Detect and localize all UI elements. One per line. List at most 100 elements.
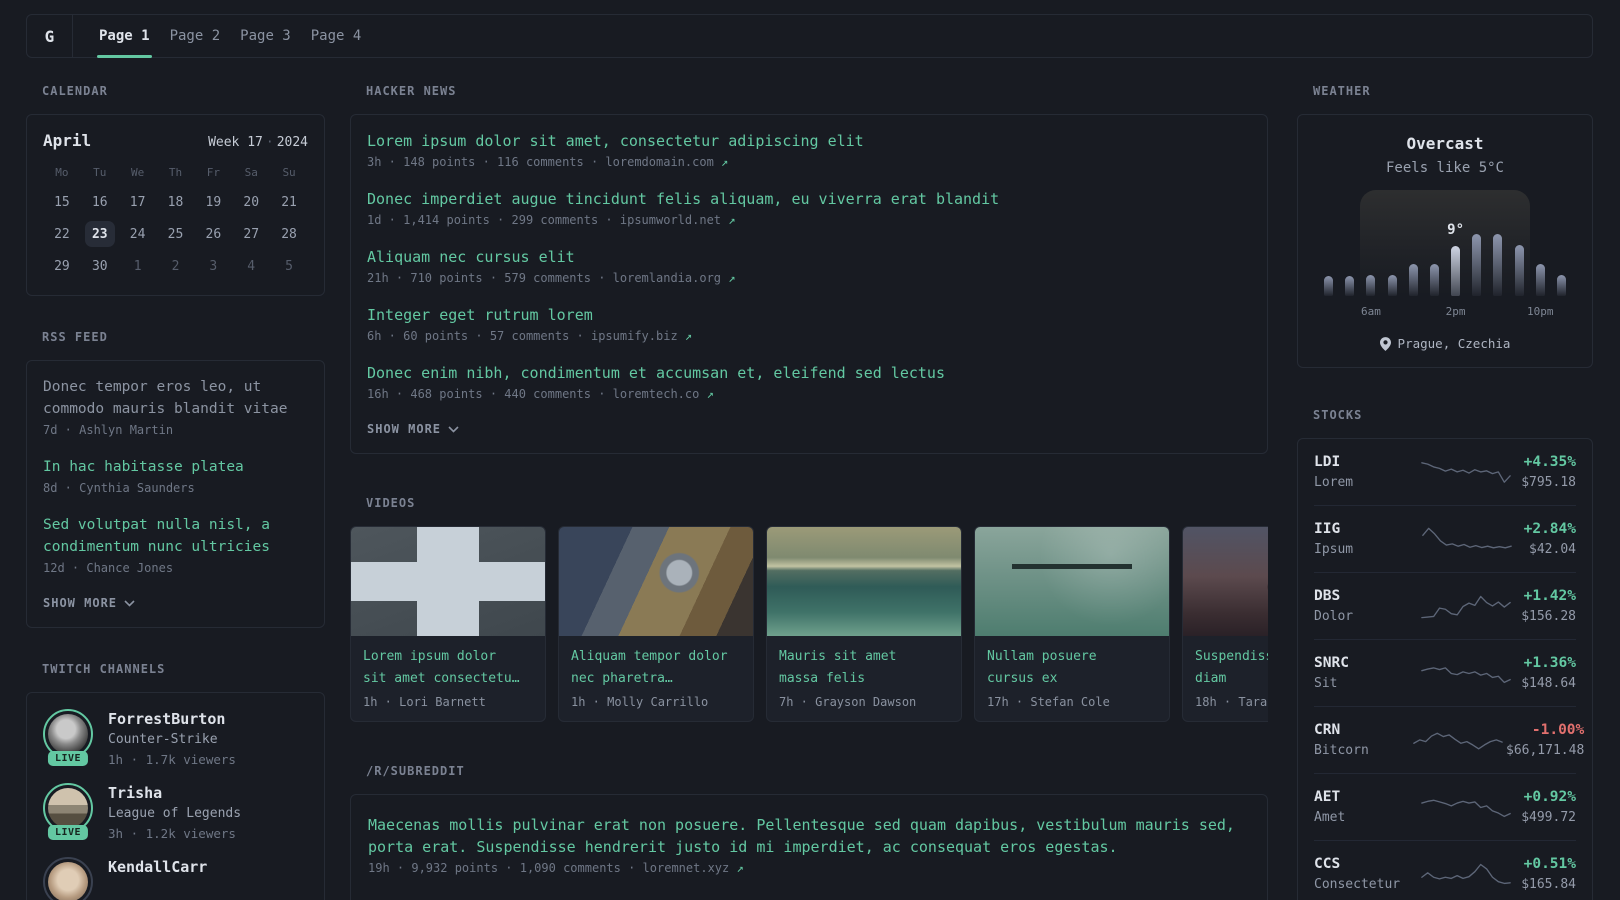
hackernews-item-stats: 6h · 60 points · 57 comments ·: [367, 329, 584, 343]
stock-sparkline: [1410, 521, 1524, 557]
right-column: WEATHER Overcast Feels like 5°C 6am 9° 2…: [1297, 84, 1593, 900]
twitch-channel[interactable]: LIVE ForrestBurton Counter-Strike 1h · 1…: [43, 709, 308, 769]
rss-widget-label: RSS FEED: [42, 330, 108, 344]
rss-item-title[interactable]: Sed volutpat nulla nisl, a condimentum n…: [43, 514, 308, 558]
sparkline-chart: [1420, 863, 1511, 885]
stock-change: -1.00%: [1531, 722, 1585, 738]
hackernews-item-domain[interactable]: ipsumworld.net: [620, 213, 721, 227]
stock-row[interactable]: LDI Lorem +4.35% $795.18: [1314, 439, 1576, 505]
stock-values: +4.35% $795.18: [1521, 451, 1576, 493]
rss-show-more-button[interactable]: SHOW MORE: [43, 596, 135, 610]
external-link-icon[interactable]: ↗: [728, 213, 735, 227]
stock-row[interactable]: SNRC Sit +1.36% $148.64: [1314, 639, 1576, 706]
rss-item-meta: 8d · Cynthia Saunders: [43, 481, 195, 495]
video-card[interactable]: Lorem ipsum dolor sit amet consectetu… 1…: [350, 526, 546, 722]
external-link-icon[interactable]: ↗: [707, 387, 714, 401]
hackernews-item: Donec imperdiet augue tincidunt felis al…: [367, 188, 1251, 228]
twitch-channel-name: Trisha: [108, 784, 163, 802]
external-link-icon[interactable]: ↗: [721, 155, 728, 169]
video-card[interactable]: Mauris sit amet massa felis 7h · Grayson…: [766, 526, 962, 722]
weather-widget-label: WEATHER: [1313, 84, 1371, 98]
stock-values: +0.92% $499.72: [1521, 786, 1576, 828]
video-body: Mauris sit amet massa felis 7h · Grayson…: [767, 636, 961, 721]
stocks-widget-label: STOCKS: [1313, 408, 1363, 422]
twitch-card: LIVE ForrestBurton Counter-Strike 1h · 1…: [26, 692, 325, 900]
hackernews-item-title[interactable]: Integer eget rutrum lorem: [367, 304, 1251, 326]
stock-id: DBS Dolor: [1314, 585, 1410, 627]
weather-card: Overcast Feels like 5°C 6am 9° 2pm 10pm …: [1297, 114, 1593, 368]
weather-temp-bar: [1408, 264, 1418, 296]
nav-tab[interactable]: Page 4: [301, 15, 372, 57]
stock-price: $148.64: [1521, 676, 1576, 691]
stock-symbol: DBS: [1314, 588, 1341, 604]
stock-change: +4.35%: [1523, 454, 1576, 470]
video-meta: 7h · Grayson Dawson: [779, 695, 917, 709]
weather-hour-column: [1487, 204, 1508, 296]
weather-hour-column: 6am: [1360, 204, 1381, 318]
calendar-day-header: Tu: [93, 166, 107, 179]
left-column: CALENDAR April Week 17 · 2024 Mo Tu We T…: [26, 84, 325, 900]
hackernews-item-title[interactable]: Lorem ipsum dolor sit amet, consectetur …: [367, 130, 1251, 152]
weather-temp-bar: [1366, 275, 1376, 296]
external-link-icon[interactable]: ↗: [728, 271, 735, 285]
weather-location-text: Prague, Czechia: [1397, 336, 1511, 351]
hackernews-item-domain[interactable]: ipsumify.biz: [591, 329, 678, 343]
rss-item-title[interactable]: In hac habitasse platea: [43, 456, 308, 478]
videos-widget: VIDEOS Lorem ipsum dolor sit amet consec…: [350, 496, 1268, 722]
hackernews-item-title[interactable]: Donec enim nibh, condimentum et accumsan…: [367, 362, 1251, 384]
subreddit-item-stats: 19h · 9,932 points · 1,090 comments ·: [368, 861, 636, 875]
nav-tab[interactable]: Page 1: [89, 15, 160, 58]
app-logo[interactable]: G: [27, 15, 73, 57]
rss-item: Sed volutpat nulla nisl, a condimentum n…: [43, 514, 308, 576]
nav-tab[interactable]: Page 2: [160, 15, 231, 57]
stock-row[interactable]: IIG Ipsum +2.84% $42.04: [1314, 505, 1576, 572]
nav-tab[interactable]: Page 3: [230, 15, 301, 57]
calendar-day: 21: [281, 194, 297, 210]
hackernews-item-domain[interactable]: loremtech.co: [613, 387, 700, 401]
external-link-icon[interactable]: ↗: [685, 329, 692, 343]
subreddit-item-title[interactable]: Maecenas mollis pulvinar erat non posuer…: [368, 814, 1250, 858]
hackernews-item-stats: 21h · 710 points · 579 comments ·: [367, 271, 606, 285]
calendar-day: 5: [285, 258, 293, 274]
calendar-day: 4: [247, 258, 256, 274]
calendar-day: 17: [129, 194, 146, 210]
stock-row[interactable]: CCS Consectetur +0.51% $165.84: [1314, 840, 1576, 900]
twitch-channel[interactable]: LIVE Trisha League of Legends 3h · 1.2k …: [43, 783, 308, 843]
avatar-ring: [43, 857, 93, 900]
calendar-week: Week 17: [208, 135, 263, 150]
weather-feels-like: Feels like 5°C: [1385, 160, 1504, 176]
calendar-widget-label: CALENDAR: [42, 84, 108, 98]
calendar-day: 19: [205, 194, 222, 210]
stock-change: +2.84%: [1523, 521, 1576, 537]
external-link-icon[interactable]: ↗: [736, 861, 743, 875]
stock-row[interactable]: AET Amet +0.92% $499.72: [1314, 773, 1576, 840]
video-meta: 17h · Stefan Cole: [987, 695, 1110, 709]
calendar-day: 25: [167, 226, 184, 242]
stock-row[interactable]: CRN Bitcorn -1.00% $66,171.48: [1314, 706, 1584, 773]
hackernews-item-title[interactable]: Donec imperdiet augue tincidunt felis al…: [367, 188, 1251, 210]
video-card[interactable]: Nullam posuere cursus ex 17h · Stefan Co…: [974, 526, 1170, 722]
video-card[interactable]: Suspendisse diam 18h · Tara: [1182, 526, 1268, 722]
calendar-day: 1: [133, 258, 142, 274]
hackernews-item-title[interactable]: Aliquam nec cursus elit: [367, 246, 1251, 268]
twitch-avatar-wrap: LIVE: [43, 709, 93, 766]
stocks-card: LDI Lorem +4.35% $795.18 IIG Ipsum +2.84…: [1297, 438, 1593, 900]
hackernews-item-meta: 16h · 468 points · 440 comments · loremt…: [367, 386, 1251, 402]
hackernews-item-domain[interactable]: loremlandia.org: [613, 271, 721, 285]
video-thumbnail: [975, 527, 1169, 636]
stock-symbol: AET: [1314, 789, 1341, 805]
calendar-day-header: Su: [282, 166, 296, 179]
hackernews-show-more-button[interactable]: SHOW MORE: [367, 422, 459, 436]
video-thumbnail: [767, 527, 961, 636]
subreddit-item-domain[interactable]: loremnet.xyz: [643, 861, 730, 875]
stock-values: +1.36% $148.64: [1521, 652, 1576, 694]
rss-item-meta: 12d · Chance Jones: [43, 561, 174, 575]
weather-temp-bar: [1472, 234, 1482, 296]
video-card[interactable]: Aliquam tempor dolor nec pharetra… 1h · …: [558, 526, 754, 722]
hackernews-item-domain[interactable]: loremdomain.com: [605, 155, 713, 169]
twitch-channel[interactable]: LIVE KendallCarr: [43, 857, 308, 900]
weather-chart: 6am 9° 2pm 10pm: [1318, 190, 1572, 318]
stock-row[interactable]: DBS Dolor +1.42% $156.28: [1314, 572, 1576, 639]
rss-item-title[interactable]: Donec tempor eros leo, ut commodo mauris…: [43, 376, 308, 420]
weather-temp-bar: [1535, 264, 1545, 296]
